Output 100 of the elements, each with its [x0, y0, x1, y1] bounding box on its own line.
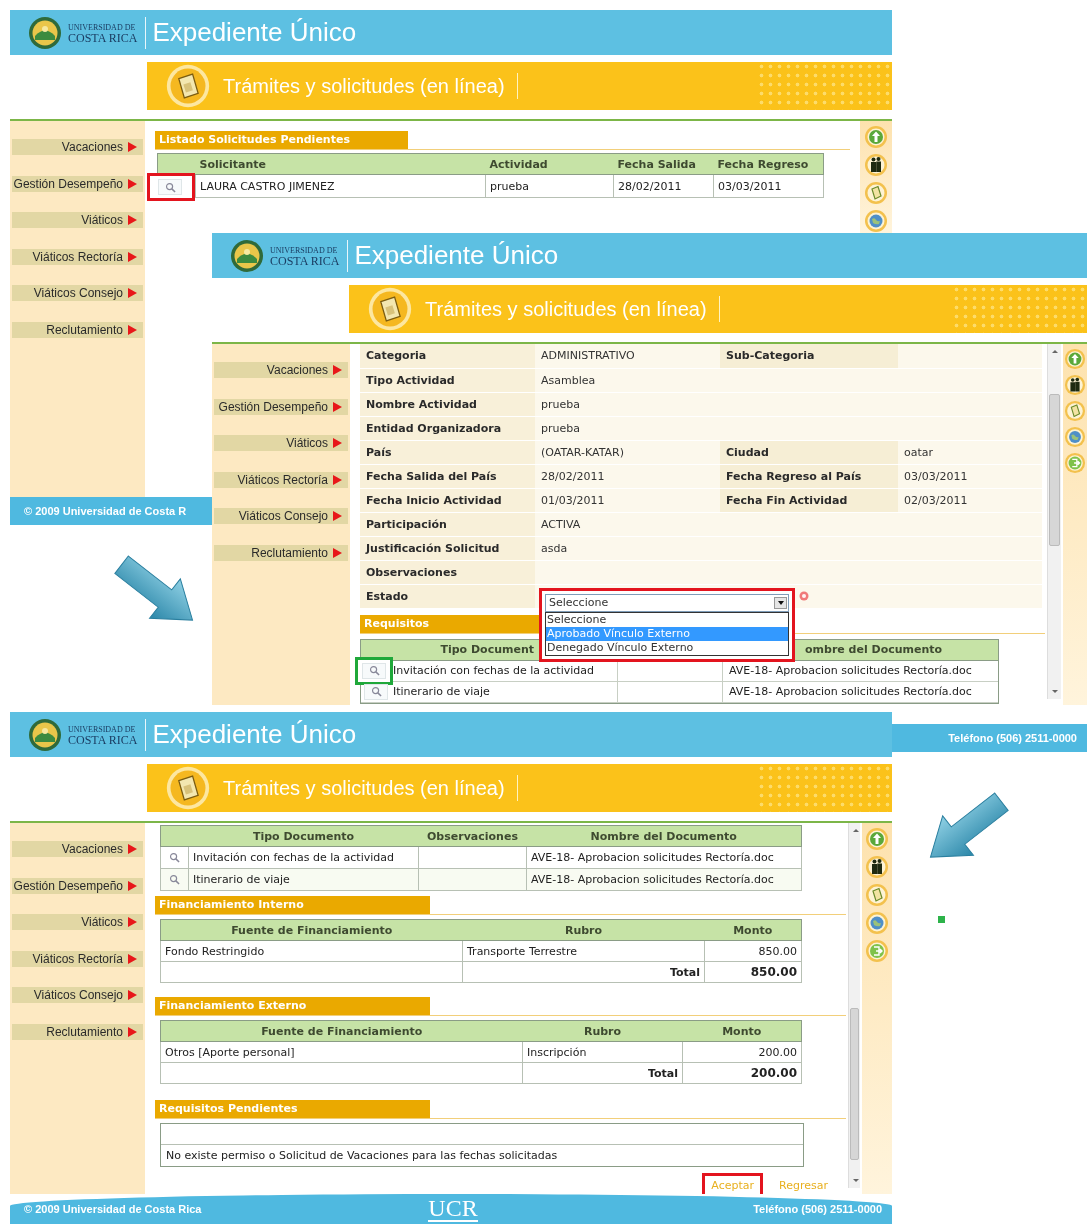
menu-item[interactable]: Vacaciones — [12, 841, 143, 857]
caret-icon — [128, 880, 137, 891]
menu-item[interactable]: Viáticos Rectoría — [12, 950, 143, 967]
menu-item[interactable]: Reclutamiento — [12, 321, 143, 338]
table-cell: AVE-18- Aprobacion solicitudes Rectoría.doc — [526, 868, 802, 891]
dropdown-field[interactable]: Seleccione — [545, 593, 789, 612]
university-logo-text: UNIVERSIDAD DE COSTA RICA — [68, 22, 138, 44]
menu-item[interactable]: Gestión Desempeño — [12, 175, 143, 192]
menu-item[interactable]: Viáticos — [12, 212, 143, 228]
dropdown-option[interactable]: Seleccione — [546, 612, 788, 627]
table-cell: Transporte Terrestre — [462, 940, 705, 962]
column-header: ombre del Documento — [805, 643, 943, 656]
university-seal-icon — [28, 717, 62, 752]
banner-title: Trámites y solicitudes (en línea) — [223, 776, 505, 800]
people-icon[interactable] — [1064, 374, 1086, 396]
section-title: Financiamiento Interno — [155, 896, 430, 914]
section-title: Requisitos Pendientes — [155, 1100, 430, 1118]
view-button[interactable] — [362, 662, 386, 679]
menu-item[interactable]: Viáticos Consejo — [214, 508, 348, 524]
field-label: Fecha Regreso al País — [726, 469, 862, 483]
column-header: Fecha Regreso — [713, 153, 824, 175]
caret-icon — [777, 600, 784, 605]
app-title: Expediente Único — [152, 17, 357, 48]
field-label: País — [366, 445, 392, 459]
table-cell: LAURA CASTRO JIMENEZ — [195, 174, 486, 198]
column-header: Tipo Document — [440, 643, 534, 656]
view-button[interactable] — [158, 179, 182, 195]
column-header: Observaciones — [418, 825, 527, 847]
field-label: Justificación Solicitud — [366, 541, 500, 555]
field-value: Asamblea — [541, 373, 596, 387]
menu-item[interactable]: Viáticos Consejo — [12, 285, 143, 301]
app-title: Expediente Único — [354, 240, 559, 271]
magnifier-icon — [164, 181, 176, 193]
university-seal-icon — [230, 238, 264, 273]
field-label: Nombre Actividad — [366, 397, 477, 411]
dropdown-option[interactable]: Denegado Vínculo Externo — [546, 640, 788, 655]
table-cell: 850.00 — [704, 940, 802, 962]
menu-item[interactable]: Reclutamiento — [214, 544, 348, 561]
table-cell: 200.00 — [682, 1041, 802, 1063]
table-cell: prueba — [485, 174, 614, 198]
menu-item[interactable]: Gestión Desempeño — [12, 877, 143, 894]
caret-icon — [128, 990, 137, 1000]
field-label: Estado — [366, 589, 409, 603]
scrollbar[interactable] — [1047, 344, 1061, 699]
column-header: Fuente de Financiamiento — [160, 1020, 523, 1042]
column-header: Actividad — [485, 153, 614, 175]
caret-icon — [128, 324, 137, 335]
caret-icon — [128, 215, 137, 225]
exit-icon[interactable] — [865, 939, 889, 963]
field-value: 03/03/2011 — [904, 469, 968, 483]
table-cell: No existe permiso o Solicitud de Vacaciones para las fechas solicitadas — [166, 1149, 558, 1162]
column-header: Nombre del Documento — [526, 825, 802, 847]
caret-icon — [128, 917, 137, 927]
copyright-text: © 2009 Universidad de Costa R — [24, 505, 187, 517]
field-value: prueba — [541, 397, 580, 411]
field-value: prueba — [541, 421, 580, 435]
university-logo-text: UNIVERSIDAD DE COSTA RICA — [270, 245, 340, 267]
column-header: Fuente de Financiamiento — [160, 919, 463, 941]
globe-icon[interactable] — [1064, 426, 1086, 448]
scrollbar[interactable] — [848, 823, 860, 1188]
table-cell: Invitación con fechas de la actividad — [393, 664, 594, 677]
column-header: Rubro — [522, 1020, 683, 1042]
menu-item[interactable]: Viáticos Rectoría — [12, 248, 143, 265]
table-cell: AVE-18- Aprobacion solicitudes Rectoría.doc — [729, 685, 972, 698]
field-value: 01/03/2011 — [541, 493, 605, 507]
marker-square — [938, 916, 945, 923]
menu-item[interactable]: Gestión Desempeño — [214, 398, 348, 415]
phone-text: Teléfono (506) 2511-0000 — [753, 1203, 882, 1215]
menu-item[interactable]: Viáticos — [12, 914, 143, 930]
caret-icon — [128, 251, 137, 262]
column-header: Tipo Documento — [188, 825, 419, 847]
table-cell: AVE-18- Aprobacion solicitudes Rectoría.doc — [729, 664, 972, 677]
menu-item[interactable]: Viáticos Rectoría — [214, 471, 348, 488]
menu-item[interactable]: Vacaciones — [214, 362, 348, 378]
people-icon[interactable] — [865, 855, 889, 879]
field-label: Fecha Fin Actividad — [726, 493, 848, 507]
field-label: Participación — [366, 517, 447, 531]
table-cell: Invitación con fechas de la actividad — [188, 846, 419, 869]
field-label: Categoria — [366, 349, 427, 363]
menu-item[interactable]: Vacaciones — [12, 139, 143, 155]
phone-text: Teléfono (506) 2511-0000 — [948, 732, 1077, 744]
menu-item[interactable]: Reclutamiento — [12, 1023, 143, 1040]
university-seal-icon — [28, 15, 62, 50]
column-header: Solicitante — [195, 153, 486, 175]
table-cell: AVE-18- Aprobacion solicitudes Rectoría.doc — [526, 846, 802, 869]
table-cell: Otros [Aporte personal] — [160, 1041, 523, 1063]
caret-icon — [333, 438, 342, 448]
menu-item[interactable]: Viáticos — [214, 435, 348, 451]
column-header: Monto — [704, 919, 802, 941]
field-value: asda — [541, 541, 568, 555]
people-icon[interactable] — [864, 153, 888, 177]
magnifier-icon — [368, 665, 380, 676]
caret-icon — [128, 953, 137, 964]
banner-title: Trámites y solicitudes (en línea) — [223, 74, 505, 98]
globe-icon[interactable] — [865, 911, 889, 935]
menu-item[interactable]: Viáticos Consejo — [12, 987, 143, 1003]
ucr-logo-text: UCR — [428, 1196, 478, 1222]
field-label: Observaciones — [366, 565, 457, 579]
globe-icon[interactable] — [864, 209, 888, 233]
exit-icon[interactable] — [1064, 452, 1086, 474]
